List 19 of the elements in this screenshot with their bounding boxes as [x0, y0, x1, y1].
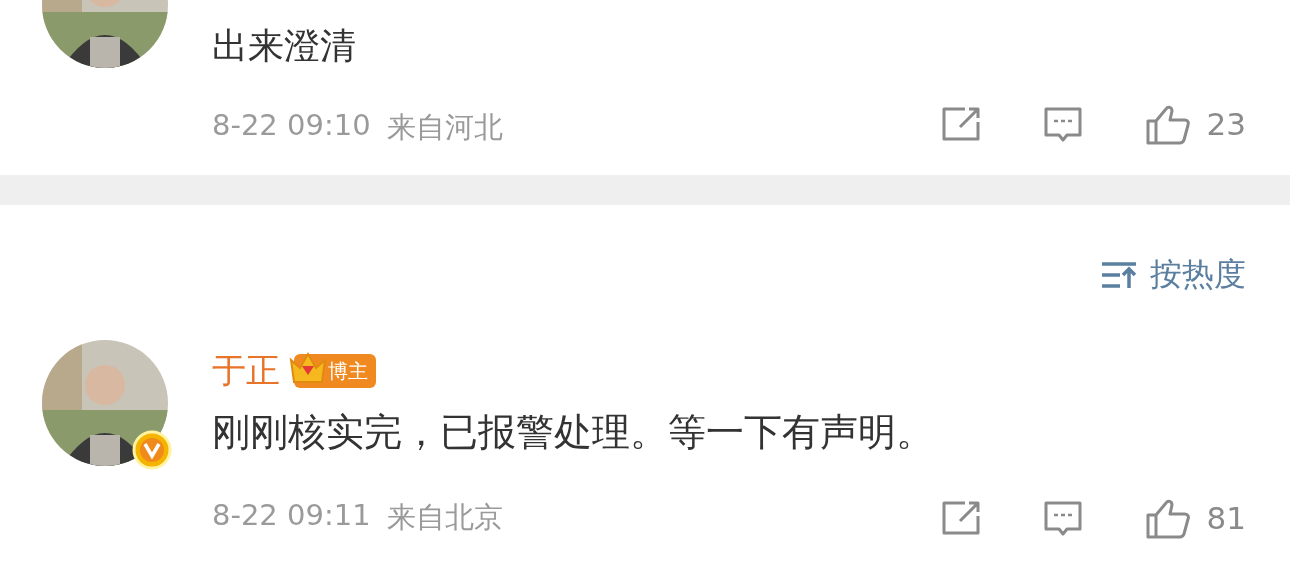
comment-time: 8-22 09:11: [212, 498, 371, 534]
comment-time: 8-22 09:10: [212, 108, 371, 144]
sort-button[interactable]: 按热度: [1100, 253, 1246, 297]
share-icon[interactable]: [940, 105, 981, 143]
like-count: 23: [1206, 106, 1246, 142]
like-count: 81: [1206, 500, 1246, 536]
sort-icon: [1100, 260, 1138, 290]
comment-location: 来自北京: [386, 499, 503, 536]
thumbs-up-icon[interactable]: [1144, 103, 1191, 145]
thumbs-up-icon[interactable]: [1144, 497, 1191, 539]
comment-location: 来自河北: [386, 109, 503, 146]
comment-text: 出来澄清: [212, 24, 357, 68]
comment-icon[interactable]: [1042, 105, 1083, 143]
comment-icon[interactable]: [1042, 499, 1083, 537]
comment-text: 刚刚核实完，已报警处理。等一下有声明。: [212, 410, 935, 454]
badge-label: 博主: [328, 357, 368, 385]
share-icon[interactable]: [940, 499, 981, 537]
crown-icon: [288, 350, 328, 386]
author-name[interactable]: 于正: [212, 348, 280, 394]
